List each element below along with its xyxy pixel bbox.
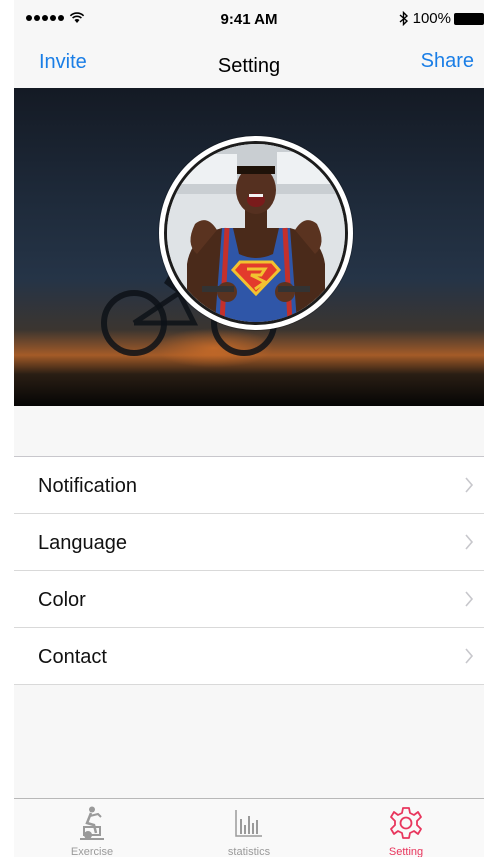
profile-photo-illustration bbox=[167, 144, 345, 322]
bluetooth-icon bbox=[399, 11, 408, 26]
settings-row-color[interactable]: Color bbox=[14, 571, 484, 628]
settings-row-contact[interactable]: Contact bbox=[14, 628, 484, 685]
profile-banner bbox=[14, 88, 484, 406]
tab-bar: Exercise statistics Setting bbox=[14, 798, 484, 857]
settings-row-notification[interactable]: Notification bbox=[14, 457, 484, 514]
settings-list: Notification Language Color Contact bbox=[14, 456, 484, 685]
chevron-right-icon bbox=[465, 477, 474, 493]
exercise-bike-icon bbox=[80, 806, 104, 840]
settings-screen: 9:41 AM 100% Invite Setting Share Notifi… bbox=[14, 0, 484, 857]
chevron-right-icon bbox=[465, 591, 474, 607]
battery-icon bbox=[454, 12, 484, 25]
tab-exercise[interactable]: Exercise bbox=[14, 799, 170, 857]
status-right: 100% bbox=[399, 10, 484, 27]
share-button[interactable]: Share bbox=[421, 50, 474, 73]
settings-row-label: Contact bbox=[38, 646, 107, 668]
tab-label: Setting bbox=[388, 846, 424, 857]
chevron-right-icon bbox=[465, 648, 474, 664]
settings-row-label: Language bbox=[38, 532, 127, 554]
tab-setting[interactable]: Setting bbox=[328, 799, 484, 857]
chevron-right-icon bbox=[465, 534, 474, 550]
avatar-ring[interactable] bbox=[159, 136, 353, 330]
navigation-bar: Invite Setting Share bbox=[14, 40, 484, 88]
tab-label: statistics bbox=[227, 846, 271, 857]
profile-photo[interactable] bbox=[164, 141, 348, 325]
tab-statistics[interactable]: statistics bbox=[171, 799, 327, 857]
battery-percent: 100% bbox=[412, 10, 451, 27]
gear-icon bbox=[390, 807, 422, 839]
page-title: Setting bbox=[217, 55, 281, 77]
settings-row-label: Color bbox=[38, 589, 86, 611]
section-spacer bbox=[14, 406, 484, 456]
settings-row-label: Notification bbox=[38, 475, 137, 497]
tab-label: Exercise bbox=[70, 846, 114, 857]
status-bar: 9:41 AM 100% bbox=[14, 0, 484, 40]
settings-row-language[interactable]: Language bbox=[14, 514, 484, 571]
bar-chart-icon bbox=[235, 810, 262, 837]
